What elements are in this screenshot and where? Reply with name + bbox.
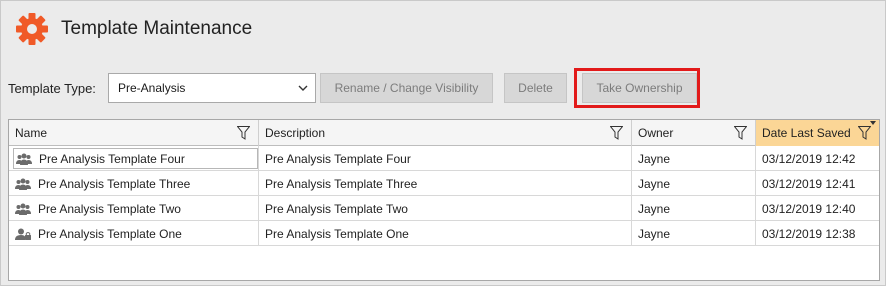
name-text: Pre Analysis Template One (38, 226, 182, 241)
column-header-owner-label: Owner (638, 126, 674, 140)
name-cell[interactable]: Pre Analysis Template Three (9, 171, 259, 196)
templates-grid: Name Description Owner Date Last Saved P… (8, 119, 880, 281)
name-cell[interactable]: Pre Analysis Template Two (9, 196, 259, 221)
group-icon (15, 178, 31, 190)
date-cell: 03/12/2019 12:41 (762, 176, 856, 191)
description-cell: Pre Analysis Template Four (259, 146, 632, 171)
group-icon (15, 203, 31, 215)
column-header-description-label: Description (265, 126, 326, 140)
column-header-date-last-saved[interactable]: Date Last Saved (756, 120, 879, 146)
table-row[interactable]: Pre Analysis Template Two Pre Analysis T… (9, 196, 879, 221)
filter-icon[interactable] (610, 126, 623, 140)
table-row[interactable]: Pre Analysis Template Three Pre Analysis… (9, 171, 879, 196)
template-type-value: Pre-Analysis (118, 81, 186, 95)
column-header-name-label: Name (15, 126, 48, 140)
name-text: Pre Analysis Template Four (39, 151, 185, 166)
table-row[interactable]: Pre Analysis Template One Pre Analysis T… (9, 221, 879, 246)
private-user-icon (15, 228, 31, 240)
gear-icon (16, 13, 48, 45)
take-ownership-button[interactable]: Take Ownership (582, 73, 697, 103)
description-cell: Pre Analysis Template Three (259, 171, 632, 196)
grid-header: Name Description Owner Date Last Saved (9, 120, 879, 146)
table-row[interactable]: Pre Analysis Template Four Pre Analysis … (9, 146, 879, 171)
name-cell[interactable]: Pre Analysis Template One (9, 221, 259, 246)
sort-descending-icon (870, 121, 876, 125)
toolbar: Template Type: Pre-Analysis Rename / Cha… (8, 68, 878, 108)
column-header-date-label: Date Last Saved (762, 126, 851, 140)
owner-cell: Jayne (632, 196, 756, 221)
filter-icon[interactable] (858, 126, 871, 140)
header: Template Maintenance (15, 11, 252, 47)
owner-cell: Jayne (632, 146, 756, 171)
template-maintenance-window: Template Maintenance Template Type: Pre-… (0, 0, 886, 286)
name-text: Pre Analysis Template Two (38, 201, 181, 216)
name-cell[interactable]: Pre Analysis Template Four (9, 146, 259, 171)
filter-icon[interactable] (237, 126, 250, 140)
group-icon (16, 153, 32, 165)
column-header-owner[interactable]: Owner (632, 120, 756, 146)
column-header-description[interactable]: Description (259, 120, 632, 146)
filter-icon[interactable] (734, 126, 747, 140)
chevron-down-icon (298, 85, 308, 91)
date-cell: 03/12/2019 12:42 (762, 151, 856, 166)
grid-rows: Pre Analysis Template Four Pre Analysis … (9, 146, 879, 246)
owner-cell: Jayne (632, 221, 756, 246)
description-cell: Pre Analysis Template One (259, 221, 632, 246)
template-type-select[interactable]: Pre-Analysis (108, 73, 316, 103)
template-type-label: Template Type: (8, 81, 96, 96)
page-title: Template Maintenance (61, 18, 253, 39)
date-cell: 03/12/2019 12:40 (762, 201, 856, 216)
rename-change-visibility-button[interactable]: Rename / Change Visibility (320, 73, 493, 103)
description-cell: Pre Analysis Template Two (259, 196, 632, 221)
name-text: Pre Analysis Template Three (38, 176, 191, 191)
date-cell: 03/12/2019 12:38 (762, 226, 856, 241)
delete-button[interactable]: Delete (504, 73, 567, 103)
column-header-name[interactable]: Name (9, 120, 259, 146)
owner-cell: Jayne (632, 171, 756, 196)
